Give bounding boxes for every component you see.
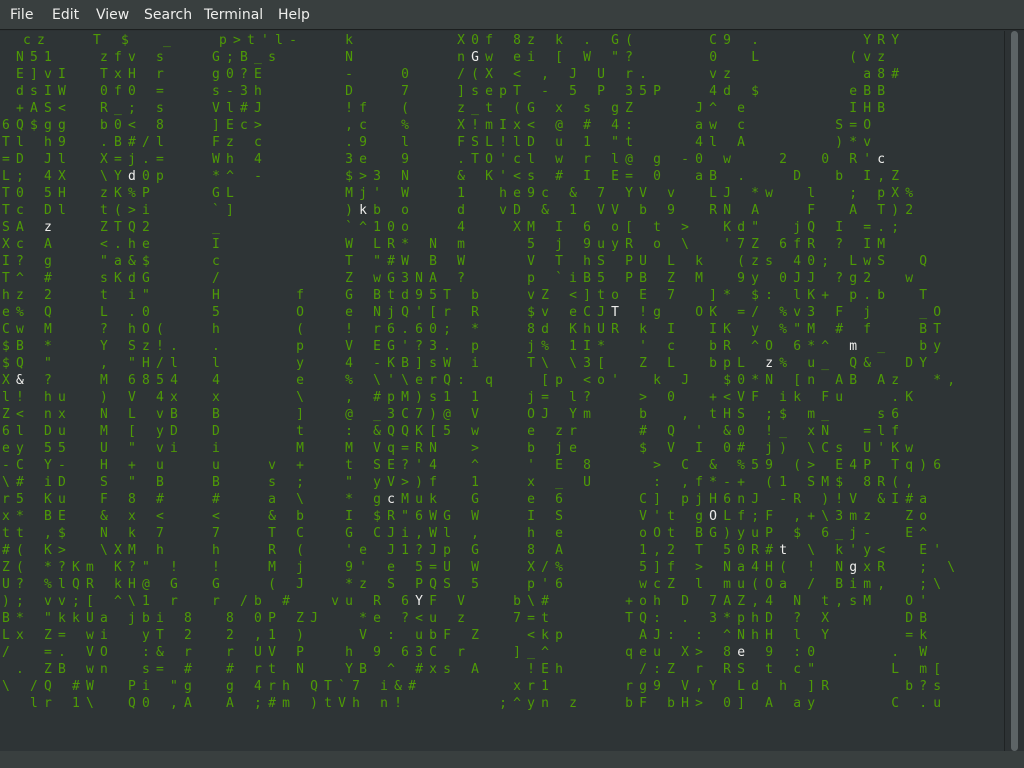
terminal-line: 6 Q $ g g b 0 < 8 ] E c > , c % X ! m I …	[2, 118, 871, 133]
terminal-line: L ; 4 X \ Y d 0 p * ^ - $ > 3 N & K ' < …	[2, 169, 899, 184]
terminal-line: Z < n x N L v B B ] @ _ 3 C 7 ) @ V O J …	[2, 407, 899, 422]
menu-file[interactable]: File	[10, 0, 33, 30]
terminal-line: T c D l t ( > i ` ] ) k b o d v D & 1 V …	[2, 203, 913, 218]
terminal-line: = D J l X = j . = W h 4 3 e 9 . T O ' c …	[2, 152, 885, 167]
stream-head-glyph: g	[849, 560, 857, 575]
menu-search[interactable]: Search	[144, 0, 192, 30]
terminal-line: \ / Q # W P i " g g 4 r h Q T ` 7 i & # …	[2, 679, 941, 694]
terminal-line: # ( K > \ X M h h R ( ' e J 1 ? J p G 8 …	[2, 543, 941, 558]
stream-head-glyph: d	[128, 169, 136, 184]
terminal-line: X c A < . h e I W L R * N m 5 j 9 u y R …	[2, 237, 885, 252]
terminal-line: S A z Z T Q 2 _ ` ^ 1 0 o 4 X M I 6 o [ …	[2, 220, 899, 235]
terminal-line: U ? % l Q R k H @ G G ( J * z S P Q S 5 …	[2, 577, 941, 592]
stream-head-glyph: c	[387, 492, 395, 507]
terminal-scrollbar[interactable]	[1004, 31, 1024, 751]
terminal-line: c z T $ _ p > t ' l - k X 0 f 8 z k . G …	[2, 33, 899, 48]
stream-head-glyph: T	[611, 305, 619, 320]
terminal-line: T ^ # s K d G / Z w G 3 N A ? p ` i B 5 …	[2, 271, 913, 286]
terminal-line: - C Y - H + u u v + t S E ? ' 4 ^ ' E 8 …	[2, 458, 941, 473]
terminal-line: h z 2 t i " H f G B t d 9 5 T b v Z < ] …	[2, 288, 927, 303]
terminal-line: \ # i D S " B B s ; " y V > ) f 1 x _ U …	[2, 475, 913, 490]
stream-head-glyph: Y	[415, 594, 423, 609]
terminal-output: c z T $ _ p > t ' l - k X 0 f 8 z k . G …	[2, 32, 955, 712]
terminal-line: B * " k k U a j b i 8 8 0 P Z J * e ? < …	[2, 611, 927, 626]
terminal-line: e % Q L . 0 5 O e N j Q ' [ r R $ v e C …	[2, 305, 941, 320]
terminal-line: e y 5 5 U " v i i M M V q = R N > b j e …	[2, 441, 913, 456]
stream-head-glyph: c	[877, 152, 885, 167]
terminal-area[interactable]: c z T $ _ p > t ' l - k X 0 f 8 z k . G …	[0, 31, 1004, 751]
menu-edit[interactable]: Edit	[52, 0, 79, 30]
stream-head-glyph: O	[709, 509, 717, 524]
terminal-line: $ Q " , " H / l l y 4 - K B ] s W i T \ …	[2, 356, 927, 371]
menu-bar: File Edit View Search Terminal Help	[0, 0, 1024, 30]
terminal-line: 6 l D u M [ y D D t : & Q Q K [ 5 w e z …	[2, 424, 899, 439]
terminal-line: l r 1 \ Q 0 , A A ; # m ) t V h n ! ; ^ …	[2, 696, 941, 711]
terminal-line: T 0 5 H z K % P G L M j ' W 1 h e 9 c & …	[2, 186, 913, 201]
stream-head-glyph: m	[849, 339, 857, 354]
stream-head-glyph: t	[779, 543, 787, 558]
terminal-line: $ B * Y S z ! . . p V E G ' ? 3 . p j % …	[2, 339, 941, 354]
terminal-line: X & ? M 6 8 5 4 4 e % \ ' \ e r Q : q [ …	[2, 373, 955, 388]
stream-head-glyph: z	[44, 220, 52, 235]
menu-terminal[interactable]: Terminal	[204, 0, 263, 30]
window-bottom-edge	[0, 751, 1024, 768]
stream-head-glyph: z	[765, 356, 773, 371]
terminal-line: l ! h u ) V 4 x x \ , # p M ) s 1 1 j = …	[2, 390, 913, 405]
terminal-line: r 5 K u F 8 # # a \ * g c M u k G e 6 C …	[2, 492, 927, 507]
stream-head-glyph: &	[16, 373, 24, 388]
terminal-line: . Z B w n s = # # r t N Y B ^ # x s A ! …	[2, 662, 941, 677]
terminal-line: E ] v I T x H r g 0 ? E - 0 / ( X < , J …	[2, 67, 899, 82]
terminal-line: ) ; v v ; [ ^ \ 1 r r / b # v u R 6 Y F …	[2, 594, 927, 609]
menu-view[interactable]: View	[96, 0, 129, 30]
scrollbar-thumb[interactable]	[1011, 31, 1018, 751]
terminal-line: Z ( * ? K m K ? " ! ! M j 9 ' e 5 = U W …	[2, 560, 955, 575]
terminal-line: T l h 9 . B # / l F z c . 9 l F S L ! l …	[2, 135, 871, 150]
menu-help[interactable]: Help	[278, 0, 310, 30]
stream-head-glyph: k	[359, 203, 367, 218]
terminal-line: I ? g " a & $ c T " # W B W V T h S P U …	[2, 254, 927, 269]
terminal-line: x * B E & x < < & b I $ R " 6 W G W I S …	[2, 509, 927, 524]
stream-head-glyph: e	[737, 645, 745, 660]
terminal-line: t t , $ N k 7 7 T C G C J i , W l , h e …	[2, 526, 927, 541]
terminal-line: d s I W 0 f 0 = s - 3 h D 7 ] s e p T - …	[2, 84, 885, 99]
terminal-line: L x Z = w i y T 2 2 , 1 ) V : u b F Z < …	[2, 628, 927, 643]
terminal-line: C w M ? h O ( h ( ! r 6 . 6 0 ; * 8 d K …	[2, 322, 941, 337]
terminal-line: N 5 1 z f v s G ; B _ s N n G w e i [ W …	[2, 50, 885, 65]
terminal-line: / = . V O : & r r U V P h 9 6 3 C r ] _ …	[2, 645, 927, 660]
terminal-line: + A S < R _ ; s V l # J ! f ( z _ t ( G …	[2, 101, 885, 116]
stream-head-glyph: G	[471, 50, 479, 65]
